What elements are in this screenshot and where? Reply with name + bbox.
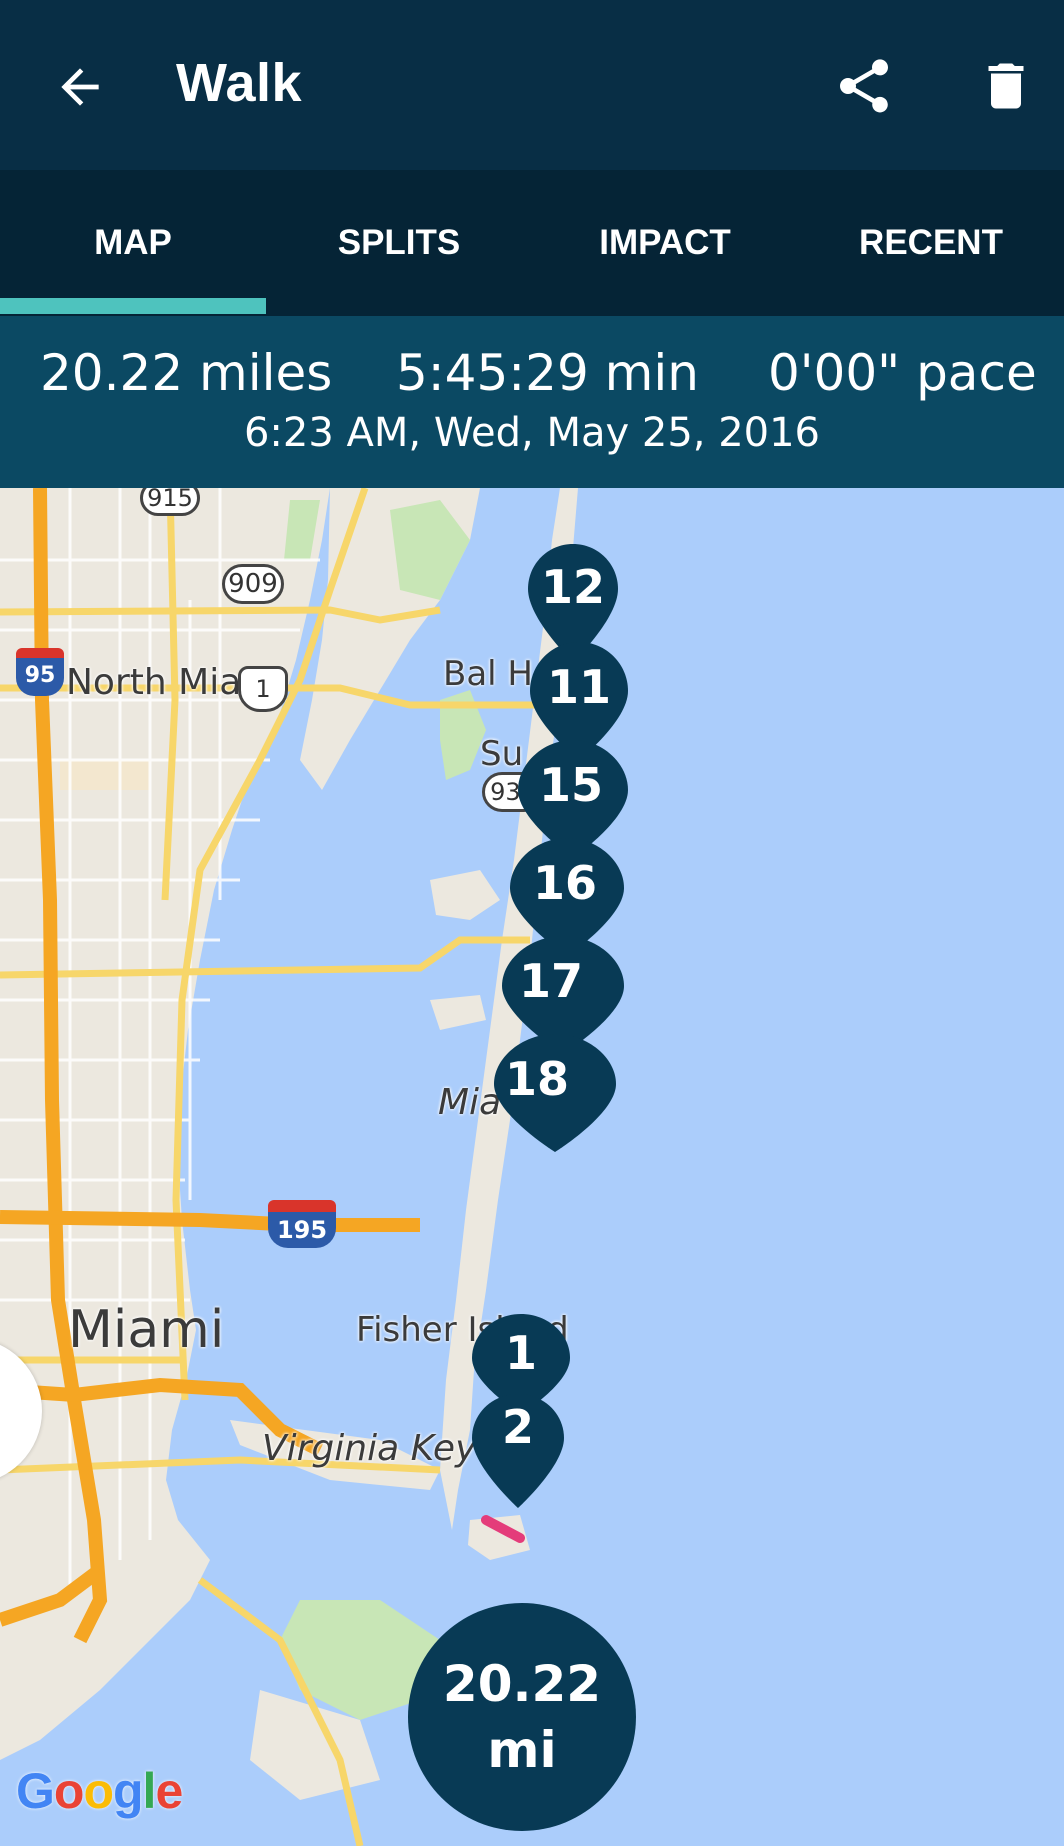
place-label: Miami	[68, 1300, 225, 1360]
workout-summary: 20.22 miles 5:45:29 min 0'00" pace 6:23 …	[0, 316, 1064, 488]
split-number: 15	[538, 758, 603, 812]
duration-stat: 5:45:29 min	[396, 344, 699, 402]
split-number: 11	[546, 660, 611, 714]
tab-label: RECENT	[859, 223, 1003, 262]
trash-icon	[988, 63, 1024, 109]
road-shield: 909	[222, 564, 284, 604]
share-icon	[840, 59, 888, 113]
tab-splits[interactable]: SPLITS	[266, 170, 532, 316]
map-attribution-logo: Google	[16, 1763, 183, 1819]
active-tab-indicator	[0, 298, 266, 314]
tab-bar: MAP SPLITS IMPACT RECENT	[0, 170, 1064, 316]
page-title: Walk	[176, 53, 303, 113]
place-label: Virginia Key	[262, 1428, 477, 1469]
total-distance-marker[interactable]: 20.22 mi	[408, 1603, 636, 1831]
place-label: Bal H	[443, 654, 533, 694]
split-number: 2	[501, 1400, 534, 1454]
split-number: 16	[532, 856, 597, 910]
arrow-left-icon	[61, 68, 99, 106]
distance-stat: 20.22 miles	[40, 344, 333, 402]
total-distance-unit: mi	[487, 1721, 557, 1779]
split-number: 18	[504, 1052, 569, 1106]
split-number: 17	[518, 954, 583, 1008]
route-map[interactable]: North Miami Bal H Su Mia Miami Fisher Is…	[0, 488, 1064, 1846]
share-button[interactable]	[824, 46, 904, 126]
total-distance-value: 20.22	[442, 1655, 602, 1713]
road-shield: 1	[238, 666, 288, 712]
split-number: 12	[540, 560, 605, 614]
pace-stat: 0'00" pace	[768, 344, 1037, 402]
tab-label: IMPACT	[599, 223, 731, 262]
tab-recent[interactable]: RECENT	[798, 170, 1064, 316]
road-shield: 915	[140, 488, 200, 516]
split-number: 1	[504, 1326, 537, 1380]
delete-button[interactable]	[966, 46, 1046, 126]
tab-label: SPLITS	[337, 223, 461, 262]
app-header: Walk	[0, 0, 1064, 170]
tab-impact[interactable]: IMPACT	[532, 170, 798, 316]
interstate-shield: 95	[16, 648, 64, 696]
tab-map[interactable]: MAP	[0, 170, 266, 316]
back-button[interactable]	[40, 42, 120, 132]
workout-datetime: 6:23 AM, Wed, May 25, 2016	[243, 410, 820, 456]
interstate-shield: 195	[268, 1200, 336, 1248]
tab-label: MAP	[94, 223, 172, 262]
